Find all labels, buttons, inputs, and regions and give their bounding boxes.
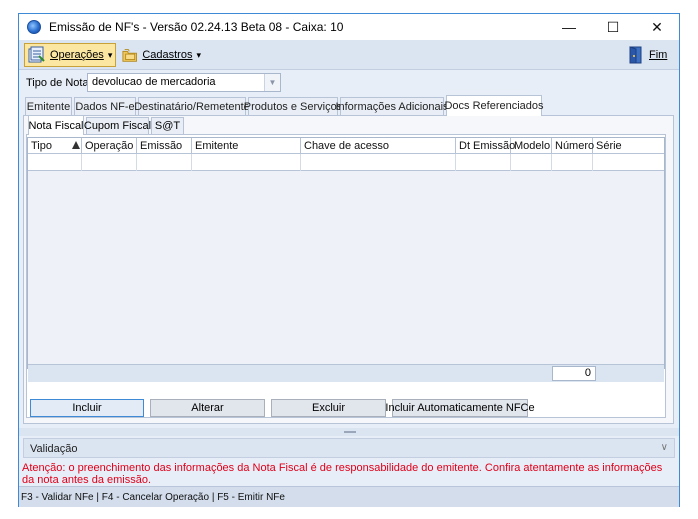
tipo-nota-value: devolucao de mercadoria <box>92 76 216 88</box>
column-header-numero[interactable]: Número <box>552 138 594 154</box>
tab-emitente[interactable]: Emitente <box>25 97 72 115</box>
close-icon: ✕ <box>651 18 663 35</box>
validacao-label: Validação <box>30 443 78 455</box>
subtab-nota-fiscal[interactable]: Nota Fiscal <box>28 115 84 135</box>
warning-message: Atenção: o preenchimento das informações… <box>22 462 663 486</box>
tipo-nota-label: Tipo de Nota: <box>26 77 92 89</box>
tab-produtos-servicos[interactable]: Produtos e Serviços <box>244 97 342 115</box>
table-cell[interactable] <box>511 154 552 171</box>
close-button[interactable]: ✕ <box>635 14 679 40</box>
column-header-tipo[interactable]: Tipo <box>28 138 82 154</box>
column-header-chave-acesso[interactable]: Chave de acesso <box>301 138 456 154</box>
table-cell[interactable] <box>552 154 593 171</box>
table-cell[interactable] <box>137 154 192 171</box>
table-cell[interactable] <box>82 154 137 171</box>
dropdown-arrow-icon[interactable]: ▼ <box>264 74 280 91</box>
table-row[interactable] <box>28 154 664 171</box>
column-header-modelo[interactable]: Modelo <box>511 138 552 154</box>
shortcut-hints: F3 - Validar NFe | F4 - Cancelar Operaçã… <box>21 492 285 503</box>
chevron-down-icon[interactable]: ∨ <box>661 442 668 453</box>
incluir-button[interactable]: Incluir <box>30 399 144 417</box>
table-cell[interactable] <box>456 154 511 171</box>
tab-informacoes-adicionais[interactable]: Informações Adicionais <box>335 97 449 115</box>
record-count: 0 <box>552 366 596 381</box>
exit-door-icon <box>629 46 642 64</box>
maximize-icon: ☐ <box>606 18 620 35</box>
cadastros-menu-button[interactable]: Cadastros ▾ <box>119 43 201 67</box>
column-header-emitente[interactable]: Emitente <box>192 138 301 154</box>
tab-dados-nfe[interactable]: Dados NF-e <box>74 97 136 115</box>
column-header-operacao[interactable]: Operação <box>82 138 137 154</box>
alterar-button[interactable]: Alterar <box>150 399 265 417</box>
incluir-automaticamente-nfce-button[interactable]: Incluir Automaticamente NFCe <box>385 399 535 417</box>
folders-icon <box>122 49 137 62</box>
column-header-emissao[interactable]: Emissão <box>137 138 192 154</box>
toolbar: Operações ▾ Cadastros ▾ Fim <box>19 40 679 70</box>
validacao-panel-header[interactable]: Validação ∨ <box>23 438 675 458</box>
grip-icon[interactable] <box>344 431 356 433</box>
status-bar: F3 - Validar NFe | F4 - Cancelar Operaçã… <box>19 486 679 507</box>
table-cell[interactable] <box>28 154 82 171</box>
fim-button[interactable]: Fim <box>627 43 675 67</box>
minimize-icon: — <box>562 19 576 35</box>
operacoes-icon <box>28 46 45 63</box>
tipo-nota-select[interactable]: devolucao de mercadoria ▼ <box>87 73 281 92</box>
table-cell[interactable] <box>301 154 456 171</box>
panel-splitter[interactable] <box>19 428 679 436</box>
main-window: Emissão de NF's - Versão 02.24.13 Beta 0… <box>18 13 680 507</box>
chevron-down-icon: ▾ <box>196 49 201 60</box>
tab-destinatario-remetente[interactable]: Destinatário/Remetente <box>134 97 250 115</box>
subtab-sat[interactable]: S@T <box>151 117 184 134</box>
fim-label: Fim <box>649 49 668 61</box>
window-title: Emissão de NF's - Versão 02.24.13 Beta 0… <box>49 20 344 34</box>
operacoes-menu-button[interactable]: Operações ▾ <box>24 43 116 67</box>
maximize-button[interactable]: ☐ <box>591 14 635 40</box>
column-header-dt-emissao[interactable]: Dt Emissão <box>456 138 515 154</box>
column-header-serie[interactable]: Série <box>593 138 664 154</box>
app-icon <box>27 20 41 34</box>
minimize-button[interactable]: — <box>547 14 591 40</box>
subtab-cupom-fiscal[interactable]: Cupom Fiscal <box>84 117 151 134</box>
table-cell[interactable] <box>192 154 301 171</box>
excluir-button[interactable]: Excluir <box>271 399 386 417</box>
operacoes-label: Operações <box>50 49 104 61</box>
sort-ascending-icon <box>72 141 80 149</box>
referenced-docs-grid[interactable]: Tipo Operação Emissão Emitente Chave de … <box>27 137 665 382</box>
title-bar[interactable]: Emissão de NF's - Versão 02.24.13 Beta 0… <box>19 14 679 40</box>
table-cell[interactable] <box>593 154 664 171</box>
tab-docs-referenciados[interactable]: Docs Referenciados <box>444 95 544 116</box>
cadastros-label: Cadastros <box>142 49 193 61</box>
chevron-down-icon: ▾ <box>107 49 113 60</box>
grid-header: Tipo Operação Emissão Emitente Chave de … <box>28 138 664 154</box>
grid-footer: 0 <box>28 364 664 382</box>
